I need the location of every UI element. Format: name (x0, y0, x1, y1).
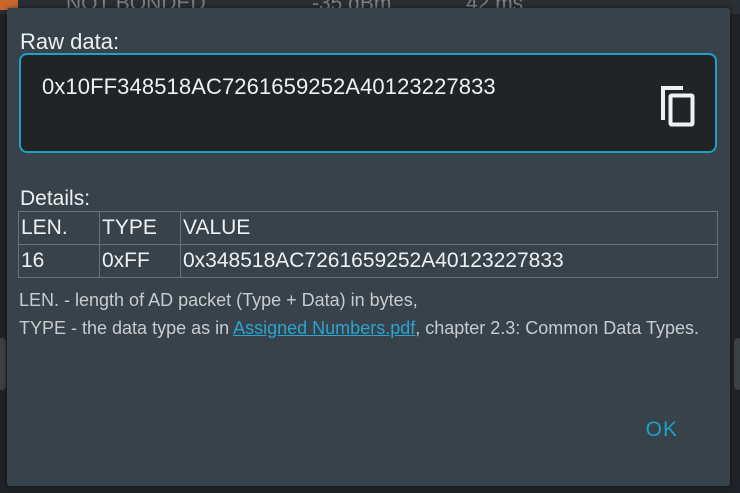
background-right-handle (734, 338, 740, 390)
legend-type-line: TYPE - the data type as in Assigned Numb… (19, 314, 719, 342)
cell-value: 0x348518AC7261659252A40123227833 (180, 244, 718, 278)
ok-button[interactable]: OK (646, 418, 678, 442)
raw-data-field[interactable]: 0x10FF348518AC7261659252A40123227833 (19, 53, 717, 153)
cell-len: 16 (18, 244, 100, 278)
table-row: 16 0xFF 0x348518AC7261659252A40123227833 (18, 244, 718, 278)
cell-type: 0xFF (99, 244, 181, 278)
legend-type-prefix: TYPE - the data type as in (19, 318, 234, 338)
background-left-handle (0, 338, 6, 390)
table-header-row: LEN. TYPE VALUE (18, 211, 718, 245)
header-len: LEN. (18, 211, 100, 245)
raw-data-dialog: Raw data: 0x10FF348518AC7261659252A40123… (7, 8, 730, 486)
dialog-title: Raw data: (20, 29, 120, 54)
legend-len-line: LEN. - length of AD packet (Type + Data)… (19, 290, 418, 310)
copy-icon[interactable] (655, 83, 699, 129)
header-value: VALUE (180, 211, 718, 245)
raw-data-value: 0x10FF348518AC7261659252A40123227833 (42, 74, 496, 99)
details-table: LEN. TYPE VALUE 16 0xFF 0x348518AC726165… (18, 211, 718, 278)
header-type: TYPE (99, 211, 181, 245)
legend-type-suffix: , chapter 2.3: Common Data Types. (415, 318, 700, 338)
legend-description: LEN. - length of AD packet (Type + Data)… (19, 286, 719, 342)
assigned-numbers-link[interactable]: Assigned Numbers.pdf (233, 318, 415, 338)
details-label: Details: (20, 187, 91, 210)
